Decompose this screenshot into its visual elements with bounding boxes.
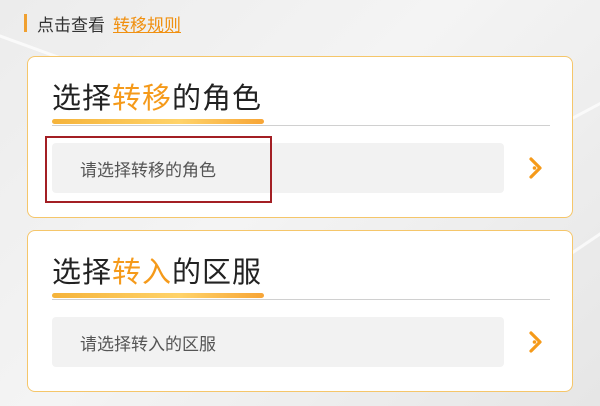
chevron-right-icon[interactable] [524, 155, 550, 181]
transfer-rules-link[interactable]: 转移规则 [113, 11, 181, 36]
rules-hint-text: 点击查看 [37, 15, 105, 36]
title-suffix: 的角色 [172, 81, 263, 115]
title-highlight: 转入 [112, 255, 173, 289]
role-select-placeholder: 请选择转移的角色 [80, 160, 216, 181]
select-server-card: 选择转入的区服 请选择转入的区服 [27, 230, 573, 392]
rules-hint: 点击查看 转移规则 [24, 11, 181, 36]
divider [52, 125, 550, 126]
title-suffix: 的区服 [172, 255, 263, 289]
title-underline [52, 119, 264, 124]
accent-bar [24, 14, 27, 32]
role-select[interactable]: 请选择转移的角色 [52, 143, 504, 193]
server-select-placeholder: 请选择转入的区服 [80, 334, 216, 355]
title-prefix: 选择 [52, 81, 113, 115]
select-server-title: 选择转入的区服 [52, 249, 262, 291]
select-role-title: 选择转移的角色 [52, 75, 262, 117]
title-highlight: 转移 [112, 81, 173, 115]
title-prefix: 选择 [52, 255, 113, 289]
title-underline [52, 293, 264, 298]
divider [52, 299, 550, 300]
chevron-right-icon[interactable] [524, 329, 550, 355]
server-select[interactable]: 请选择转入的区服 [52, 317, 504, 367]
select-role-card: 选择转移的角色 请选择转移的角色 [27, 56, 573, 218]
